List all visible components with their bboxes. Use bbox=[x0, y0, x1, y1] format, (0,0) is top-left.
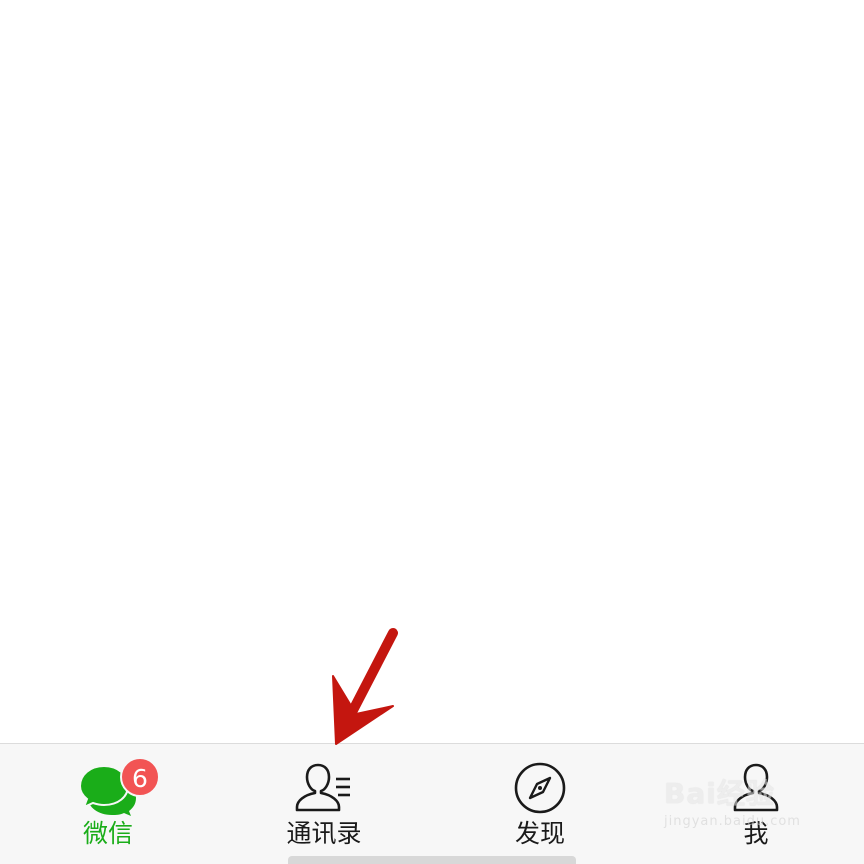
tab-contacts[interactable]: 通讯录 bbox=[216, 744, 432, 864]
bottom-tab-bar: 6 微信 通讯录 发现 我 bbox=[0, 743, 864, 864]
tab-chats-label: 微信 bbox=[82, 819, 133, 848]
tab-contacts-label: 通讯录 bbox=[286, 819, 362, 848]
tab-discover-label: 发现 bbox=[514, 819, 565, 848]
tab-me-label: 我 bbox=[743, 819, 769, 848]
content-area bbox=[0, 0, 864, 743]
tab-chats[interactable]: 6 微信 bbox=[0, 744, 216, 864]
contacts-icon bbox=[294, 760, 354, 816]
compass-icon bbox=[510, 760, 570, 816]
home-indicator bbox=[288, 856, 576, 864]
wechat-screen: 6 微信 通讯录 发现 我 Bai经验 jingyan.baidu.com bbox=[0, 0, 864, 864]
tab-discover[interactable]: 发现 bbox=[432, 744, 648, 864]
unread-badge: 6 bbox=[120, 757, 160, 797]
tab-me[interactable]: 我 bbox=[648, 744, 864, 864]
person-icon bbox=[726, 760, 786, 816]
